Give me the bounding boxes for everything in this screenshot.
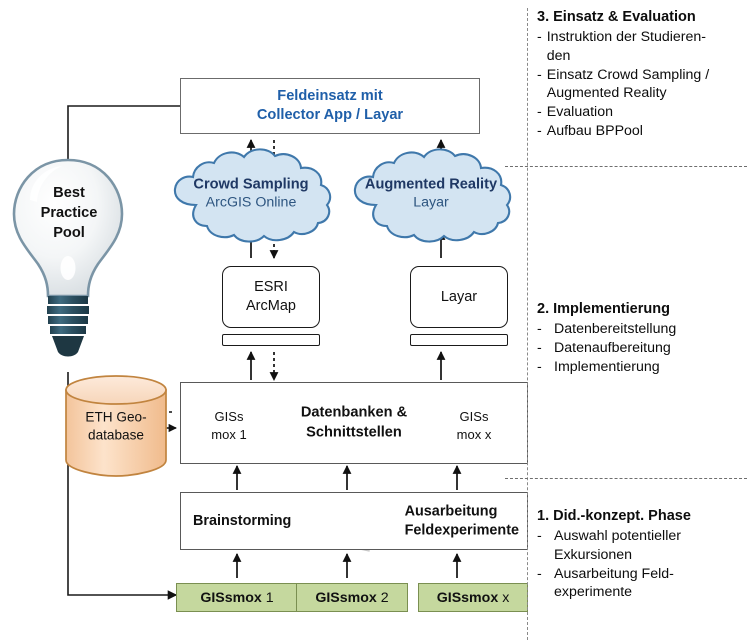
cloud-crowd-sampling-label: Crowd Sampling ArcGIS Online [175, 177, 327, 212]
feldeinsatz-line-2: Collector App / Layar [256, 107, 404, 123]
screen-layar[interactable]: Layar [410, 266, 508, 328]
green-1-num: 1 [265, 589, 274, 606]
green-2-bold: GISsmox [315, 589, 377, 606]
phase-1-item-2-line-1: Ausarbeitung Feld- [554, 565, 674, 582]
phase-1-list: - Auswahl potentieller Exkursionen - Aus… [537, 527, 743, 602]
best-practice-pool-label: Best Practice Pool [10, 184, 128, 244]
screen-1-line-2: ArcMap [246, 298, 296, 314]
green-x-num: x [502, 589, 510, 606]
screen-2-line-1: Layar [440, 288, 478, 305]
screen-1-line-1: ESRI [254, 279, 288, 296]
screen-layar-base [410, 334, 508, 346]
ausarbeitung-line-2: Feldexperimente [404, 522, 519, 538]
phase-1-item-1-line-1: Auswahl potentieller [554, 528, 681, 545]
phase-divider-3-2 [505, 166, 747, 167]
dbband-line-2: Schnittstellen [306, 424, 402, 440]
phase-divider-vertical [527, 8, 528, 640]
phase-2-item-2: - Datenaufbereitung [537, 339, 743, 358]
bullet-dash: - [537, 528, 542, 545]
best-practice-pool[interactable]: Best Practice Pool [10, 148, 128, 378]
green-box-gissmox-x[interactable]: GISsmox x [418, 583, 528, 612]
bullet-dash: - [537, 104, 542, 121]
bullet-dash: - [537, 358, 542, 375]
bulb-line-1: Best [53, 185, 85, 201]
ausarbeitung-label: Ausarbeitung Feldexperimente [405, 502, 519, 539]
cylinder-gissmox-x[interactable]: GISs mox x [441, 389, 507, 461]
cylx-line-1: GISs [459, 409, 489, 425]
brainstorming-label: Brainstorming [193, 513, 292, 529]
phase-2-item-1-text: Datenbereitstellung [554, 321, 677, 338]
phase-divider-2-1 [505, 478, 747, 479]
bullet-dash: - [537, 339, 542, 356]
cloud-2-subtitle: Layar [413, 194, 449, 211]
phase-1-item-2: - Ausarbeitung Feld- experimente [537, 565, 743, 602]
screen-esri-arcmap-base [222, 334, 320, 346]
green-box-gissmox-1[interactable]: GISsmox 1 [176, 583, 298, 612]
feldeinsatz-line-1: Feldeinsatz mit [277, 87, 383, 104]
phase-1-title: 1. Did.-konzept. Phase [537, 508, 691, 524]
bullet-dash: - [537, 29, 542, 46]
green-2-num: 2 [380, 589, 389, 606]
phase-3-item-1: - Instruktion der Studieren- den [537, 28, 743, 65]
cylx-line-2: mox x [456, 426, 492, 442]
green-1-bold: GISsmox [200, 589, 262, 606]
phase-3-item-3: - Evaluation [537, 103, 743, 122]
phase-1-item-1: - Auswahl potentieller Exkursionen [537, 527, 743, 564]
cylinder-gissmox-1[interactable]: GISs mox 1 [196, 389, 262, 461]
geodb-line-2: database [88, 427, 144, 443]
cloud-1-title: Crowd Sampling [193, 176, 309, 193]
cloud-1-subtitle: ArcGIS Online [205, 194, 297, 211]
bullet-dash: - [537, 565, 542, 582]
cylinder-gissmox-1-label: GISs mox 1 [196, 408, 262, 443]
cloud-augmented-reality[interactable]: Augmented Reality Layar [355, 149, 507, 241]
eth-geodatabase[interactable]: ETH Geo- database [66, 376, 166, 476]
ausarbeitung-line-1: Ausarbeitung [404, 503, 498, 520]
phase-3-item-4-text: Aufbau BPPool [546, 122, 643, 139]
phase-3-block: 3. Einsatz & Evaluation - Instruktion de… [537, 8, 743, 141]
phase-1-item-2-line-2: experimente [554, 584, 633, 601]
phase-3-item-2-line-1: Einsatz Crowd Sampling / [546, 66, 710, 83]
phase-3-item-1-line-1: Instruktion der Studieren- [546, 29, 707, 46]
cloud-crowd-sampling[interactable]: Crowd Sampling ArcGIS Online [175, 149, 327, 241]
phase-3-title: 3. Einsatz & Evaluation [537, 9, 696, 25]
bullet-dash: - [537, 321, 542, 338]
phase-2-item-2-text: Datenaufbereitung [554, 339, 671, 356]
phase-2-item-3-text: Implementierung [554, 358, 660, 375]
brainstorming-band[interactable]: Brainstorming Ausarbeitung Feldexperimen… [180, 492, 528, 550]
bulb-line-2: Practice [40, 204, 98, 221]
phase-2-item-3: - Implementierung [537, 358, 743, 377]
cyl1-line-1: GISs [214, 409, 244, 425]
phase-2-item-1: - Datenbereitstellung [537, 320, 743, 339]
bullet-dash: - [537, 122, 542, 139]
screen-layar-label: Layar [441, 288, 477, 307]
screen-esri-arcmap[interactable]: ESRI ArcMap [222, 266, 320, 328]
eth-geodatabase-label: ETH Geo- database [66, 408, 166, 445]
green-x-bold: GISsmox [436, 589, 499, 606]
phase-2-block: 2. Implementierung - Datenbereitstellung… [537, 300, 743, 376]
dbband-line-1: Datenbanken & [300, 404, 408, 421]
feldeinsatz-box[interactable]: Feldeinsatz mit Collector App / Layar [180, 78, 480, 134]
cloud-2-title: Augmented Reality [364, 176, 498, 193]
cyl1-line-2: mox 1 [211, 426, 247, 442]
bullet-dash: - [537, 66, 542, 83]
diagram-canvas: Best Practice Pool Feldeinsatz mit Colle… [0, 0, 747, 640]
phase-3-item-3-text: Evaluation [546, 104, 613, 121]
phase-3-item-1-line-2: den [546, 47, 571, 64]
phase-3-item-2-line-2: Augmented Reality [546, 85, 667, 102]
phase-3-item-4: - Aufbau BPPool [537, 122, 743, 141]
phase-3-list: - Instruktion der Studieren- den - Einsa… [537, 28, 743, 140]
phase-1-block: 1. Did.-konzept. Phase - Auswahl potenti… [537, 507, 743, 602]
bulb-line-3: Pool [53, 224, 85, 241]
phase-3-item-2: - Einsatz Crowd Sampling / Augmented Rea… [537, 66, 743, 103]
green-box-gissmox-2[interactable]: GISsmox 2 [296, 583, 408, 612]
feldeinsatz-label: Feldeinsatz mit Collector App / Layar [257, 87, 403, 126]
screen-esri-arcmap-label: ESRI ArcMap [246, 278, 296, 316]
phase-2-title: 2. Implementierung [537, 301, 670, 317]
cloud-augmented-reality-label: Augmented Reality Layar [355, 177, 507, 212]
phase-2-list: - Datenbereitstellung - Datenaufbereitun… [537, 320, 743, 376]
phase-1-item-1-line-2: Exkursionen [554, 546, 633, 563]
cylinder-gissmox-x-label: GISs mox x [441, 408, 507, 443]
geodb-line-1: ETH Geo- [85, 409, 147, 425]
